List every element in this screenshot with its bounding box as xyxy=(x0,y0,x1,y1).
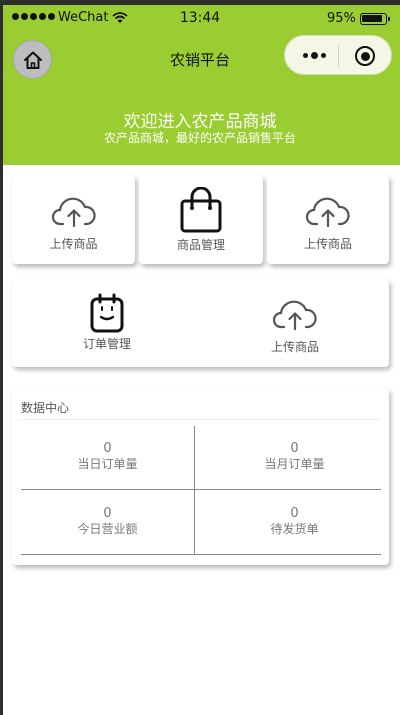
battery-icon xyxy=(360,13,390,25)
menu-tile-label: 上传商品 xyxy=(303,237,352,251)
capsule-divider xyxy=(338,46,339,66)
miniprogram-capsule xyxy=(284,35,392,75)
menu-tile-upload-product[interactable]: 上传商品 xyxy=(240,296,350,360)
menu-row-2: 订单管理 上传商品 xyxy=(12,279,389,367)
stat-value: 0 xyxy=(103,441,112,456)
navigation-bar: 农销平台 xyxy=(0,33,400,83)
clipboard-icon xyxy=(90,293,124,333)
upload-cloud-icon xyxy=(305,197,350,228)
stat-label: 待发货单 xyxy=(270,522,319,536)
stat-value: 0 xyxy=(290,441,299,456)
stat-label: 当月订单量 xyxy=(264,457,325,471)
window-frame-left xyxy=(0,0,3,715)
stat-monthly-orders: 0 当月订单量 xyxy=(208,441,381,472)
stat-label: 今日营业额 xyxy=(77,522,138,536)
menu-tile-label: 商品管理 xyxy=(176,238,225,252)
stat-label: 当日订单量 xyxy=(77,457,138,471)
close-miniprogram-button[interactable] xyxy=(355,46,375,66)
banner-subtitle: 农产品商城，最好的农产品销售平台 xyxy=(103,131,296,145)
menu-tile-label: 上传商品 xyxy=(270,340,319,354)
data-center-card: 数据中心 0 当日订单量 0 当月订单量 0 今日营业额 0 待发货单 xyxy=(12,388,389,565)
stat-daily-revenue: 0 今日营业额 xyxy=(21,506,194,537)
menu-tile-upload-product[interactable]: 上传商品 xyxy=(267,175,389,264)
menu-tile-upload-product[interactable]: 上传商品 xyxy=(12,175,135,264)
stats-grid: 0 当日订单量 0 当月订单量 0 今日营业额 0 待发货单 xyxy=(21,426,381,555)
divider xyxy=(194,426,195,555)
stat-value: 0 xyxy=(103,506,112,521)
stat-value: 0 xyxy=(290,506,299,521)
menu-tile-product-management[interactable]: 商品管理 xyxy=(139,175,263,264)
section-title: 数据中心 xyxy=(21,401,70,415)
stat-daily-orders: 0 当日订单量 xyxy=(21,441,194,472)
status-bar: WeChat 13:44 95% xyxy=(0,5,400,31)
upload-cloud-icon xyxy=(272,300,317,331)
menu-tile-label: 订单管理 xyxy=(82,337,131,351)
menu-tile-order-management[interactable]: 订单管理 xyxy=(52,293,162,357)
divider xyxy=(21,554,381,555)
window-frame-top xyxy=(0,0,400,5)
battery-percentage: 95% xyxy=(327,11,356,26)
divider xyxy=(21,489,381,490)
menu-tile-label: 上传商品 xyxy=(49,237,98,251)
divider xyxy=(21,419,380,420)
stat-pending-shipments: 0 待发货单 xyxy=(208,506,381,537)
more-button[interactable] xyxy=(303,52,326,59)
upload-cloud-icon xyxy=(51,197,96,228)
shopping-bag-icon xyxy=(180,187,222,233)
